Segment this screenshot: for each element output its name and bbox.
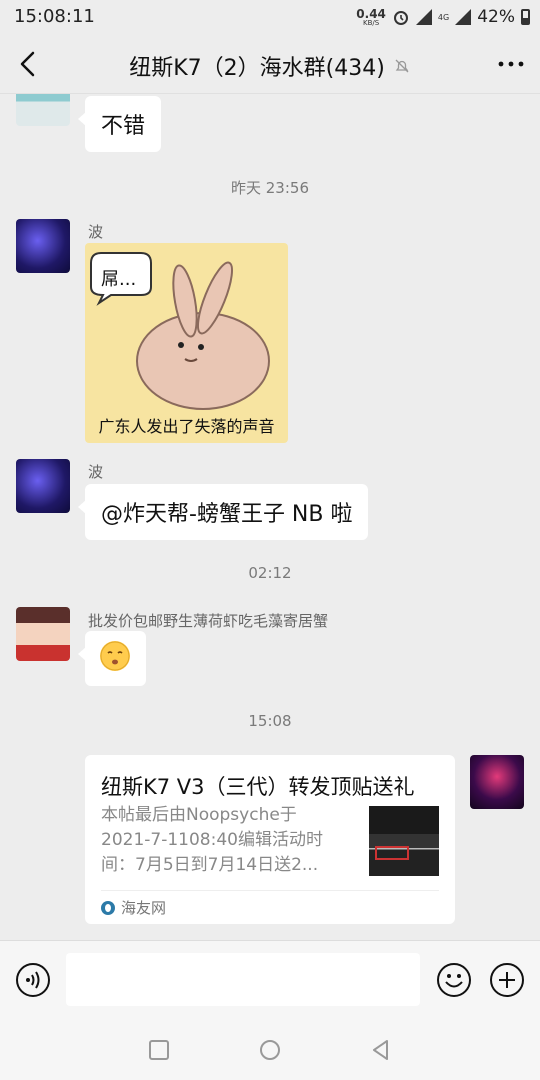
home-icon[interactable] (258, 1038, 282, 1062)
system-nav-bar (0, 1020, 540, 1080)
avatar[interactable] (16, 219, 70, 273)
alarm-icon (393, 11, 408, 25)
divider (101, 890, 439, 891)
plus-icon[interactable] (489, 962, 525, 998)
emoji-icon[interactable] (436, 962, 472, 998)
message-text: 不错 (101, 114, 146, 139)
avatar[interactable] (16, 607, 70, 661)
status-time: 15:08:11 (14, 6, 95, 27)
chat-title: 纽斯K7（2）海水群(434) (129, 56, 385, 81)
voice-icon[interactable] (15, 962, 51, 998)
card-thumbnail (369, 806, 439, 876)
pouting-face-emoji-icon (100, 641, 130, 671)
message-bubble[interactable]: @炸天帮-螃蟹王子 NB 啦 (77, 484, 369, 540)
avatar[interactable] (16, 94, 70, 126)
source-logo-icon (101, 900, 115, 915)
card-title: 纽斯K7 V3（三代）转发顶贴送礼 (101, 775, 415, 799)
net-speed: 0.44 KB/S (356, 6, 386, 27)
svg-text:屌...: 屌... (101, 269, 136, 290)
rabbit-illustration: 屌... (90, 252, 270, 410)
input-bar (0, 940, 540, 1020)
message-input[interactable] (66, 953, 420, 1006)
timestamp: 02:12 (248, 564, 292, 582)
sticker-caption: 广东人发出了失落的声音 (98, 417, 275, 436)
signal-icon-2 (455, 9, 472, 25)
back-icon[interactable] (369, 1038, 393, 1062)
battery-icon (521, 9, 530, 25)
my-avatar[interactable] (470, 755, 524, 809)
message-bubble[interactable]: 不错 (77, 96, 162, 152)
more-icon[interactable] (496, 54, 526, 74)
chat-header: 纽斯K7（2）海水群(434) (0, 34, 540, 94)
timestamp: 15:08 (248, 712, 292, 730)
card-source-label: 海友网 (121, 899, 167, 917)
network-type: 4G (437, 12, 450, 22)
card-description: 本帖最后由Noopsyche于 2021-7-1108:40编辑活动时 间：7月… (101, 805, 323, 875)
timestamp: 昨天 23:56 (231, 179, 309, 197)
chat-title-wrap: 纽斯K7（2）海水群(434) (0, 50, 540, 82)
avatar[interactable] (16, 459, 70, 513)
status-icons: 0.44 KB/S 4G 42% (356, 4, 530, 30)
status-bar: 15:08:11 0.44 KB/S 4G 42% (0, 0, 540, 34)
sender-name: 波 (88, 223, 104, 241)
battery-percent: 42% (477, 7, 515, 27)
message-text: @炸天帮-螃蟹王子 NB 啦 (101, 502, 353, 527)
muted-bell-icon (395, 59, 409, 73)
sticker-image[interactable]: 屌... 广东人发出了失落的声音 (85, 243, 288, 443)
sender-name: 批发价包邮野生薄荷虾吃毛藻寄居蟹 (88, 612, 329, 630)
signal-icon (415, 9, 432, 25)
card-source: 海友网 (101, 897, 166, 918)
sender-name: 波 (88, 463, 104, 481)
link-card[interactable]: 纽斯K7 V3（三代）转发顶贴送礼 本帖最后由Noopsyche于 2021-7… (85, 755, 455, 924)
recents-icon[interactable] (147, 1038, 171, 1062)
message-list[interactable]: 不错 昨天 23:56 波 屌... 广东人发出了失落的声音 波 @炸天帮-螃蟹… (0, 94, 540, 940)
